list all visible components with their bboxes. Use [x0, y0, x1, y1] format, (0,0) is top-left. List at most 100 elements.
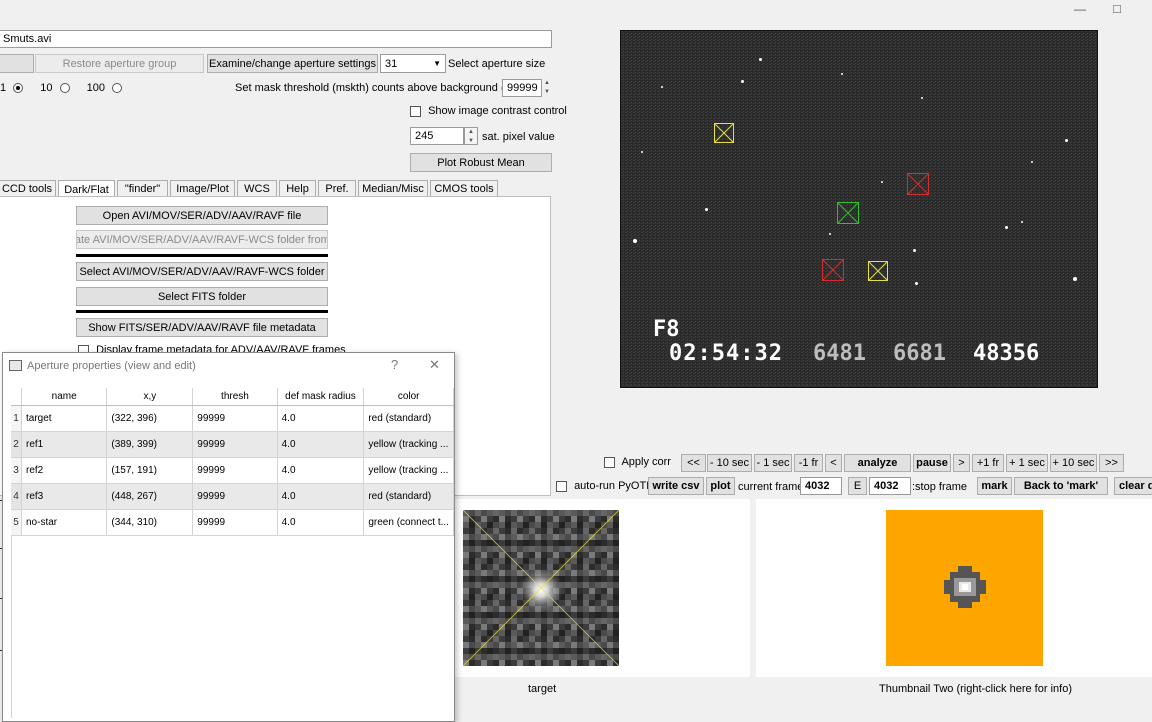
- open-video-file-button[interactable]: Open AVI/MOV/SER/ADV/AAV/RAVF file: [76, 206, 328, 225]
- examine-aperture-settings-button[interactable]: Examine/change aperture settings: [207, 54, 378, 73]
- clear-button[interactable]: clear d: [1114, 477, 1152, 495]
- select-fits-folder-button[interactable]: Select FITS folder: [76, 287, 328, 306]
- cell-xy[interactable]: (157, 191): [106, 457, 194, 484]
- contrast-control-toggle[interactable]: Show image contrast control: [410, 105, 567, 117]
- create-wcs-folder-button[interactable]: Create AVI/MOV/SER/ADV/AAV/RAVF-WCS fold…: [76, 230, 328, 249]
- apply-corr-toggle[interactable]: Apply corr: [604, 456, 671, 468]
- select-video-folder-button[interactable]: Select AVI/MOV/SER/ADV/AAV/RAVF-WCS fold…: [76, 262, 328, 281]
- analyze-button[interactable]: analyze: [844, 454, 911, 472]
- aperture-marker-ref3[interactable]: [907, 173, 929, 195]
- unlabeled-button[interactable]: [0, 54, 34, 73]
- plot-robust-mean-button[interactable]: Plot Robust Mean: [410, 153, 552, 172]
- back-1-sec-button[interactable]: - 1 sec: [754, 454, 792, 472]
- mask-threshold-spinner[interactable]: ▲ ▼: [542, 79, 552, 97]
- table-row[interactable]: 5 no-star (344, 310) 99999 4.0 green (co…: [11, 509, 454, 536]
- aperture-size-select[interactable]: 31 ▼: [380, 54, 446, 73]
- apply-corr-checkbox[interactable]: [604, 456, 615, 468]
- forward-10-sec-button[interactable]: + 10 sec: [1050, 454, 1097, 472]
- apply-corr-label: Apply corr: [621, 456, 671, 468]
- cell-color[interactable]: yellow (tracking ...: [363, 431, 454, 458]
- e-button[interactable]: E: [848, 477, 867, 495]
- cell-name[interactable]: ref3: [21, 483, 108, 510]
- cell-thresh[interactable]: 99999: [192, 457, 278, 484]
- first-frame-button[interactable]: <<: [681, 454, 706, 472]
- cell-radius[interactable]: 4.0: [277, 457, 365, 484]
- cell-thresh[interactable]: 99999: [192, 431, 278, 458]
- show-file-metadata-button[interactable]: Show FITS/SER/ADV/AAV/RAVF file metadata: [76, 318, 328, 337]
- forward-1-frame-button[interactable]: +1 fr: [972, 454, 1004, 472]
- column-header-color[interactable]: color: [363, 388, 454, 406]
- tab-cmos-tools[interactable]: CMOS tools: [430, 180, 498, 197]
- thumbnail-two-image[interactable]: [886, 510, 1043, 666]
- cell-xy[interactable]: (448, 267): [106, 483, 194, 510]
- back-1-frame-button[interactable]: -1 fr: [794, 454, 823, 472]
- cell-name[interactable]: target: [21, 405, 108, 432]
- contrast-control-checkbox[interactable]: [410, 105, 421, 117]
- tab-image-plot[interactable]: Image/Plot: [170, 180, 235, 197]
- cell-name[interactable]: ref1: [21, 431, 108, 458]
- aperture-marker-target[interactable]: [822, 259, 844, 281]
- cell-color[interactable]: yellow (tracking ...: [363, 457, 454, 484]
- back-button[interactable]: <: [825, 454, 842, 472]
- aperture-marker-ref2[interactable]: [714, 123, 734, 143]
- last-frame-button[interactable]: >>: [1099, 454, 1124, 472]
- stop-frame-input[interactable]: 4032: [869, 477, 911, 495]
- file-path-field[interactable]: Smuts.avi: [0, 30, 552, 48]
- restore-aperture-group-button[interactable]: Restore aperture group: [35, 54, 204, 73]
- cell-name[interactable]: ref2: [21, 457, 108, 484]
- forward-1-sec-button[interactable]: + 1 sec: [1006, 454, 1048, 472]
- cell-radius[interactable]: 4.0: [277, 431, 365, 458]
- table-row[interactable]: 2 ref1 (389, 399) 99999 4.0 yellow (trac…: [11, 431, 454, 458]
- current-frame-input[interactable]: 4032: [800, 477, 842, 495]
- aperture-marker-ref1[interactable]: [868, 261, 888, 281]
- scale-option-10-radio[interactable]: [59, 83, 70, 94]
- minimize-icon[interactable]: —: [1074, 2, 1088, 16]
- table-row[interactable]: 3 ref2 (157, 191) 99999 4.0 yellow (trac…: [11, 457, 454, 484]
- cell-xy[interactable]: (389, 399): [106, 431, 194, 458]
- thumbnail-one-image[interactable]: [463, 510, 619, 666]
- tab-help[interactable]: Help: [279, 180, 316, 197]
- autorun-pyote-toggle[interactable]: auto-run PyOTE: [556, 480, 654, 492]
- aperture-marker-no-star[interactable]: [837, 202, 859, 224]
- tab-finder[interactable]: "finder": [117, 180, 168, 197]
- mask-threshold-input[interactable]: 99999: [502, 79, 542, 97]
- saturation-input[interactable]: 245: [410, 127, 464, 145]
- close-icon[interactable]: ✕: [429, 357, 440, 373]
- cell-color[interactable]: red (standard): [363, 405, 454, 432]
- cell-radius[interactable]: 4.0: [277, 509, 365, 536]
- table-row[interactable]: 4 ref3 (448, 267) 99999 4.0 red (standar…: [11, 483, 454, 510]
- column-header-radius[interactable]: def mask radius: [277, 388, 365, 406]
- cell-thresh[interactable]: 99999: [192, 509, 278, 536]
- column-header-xy[interactable]: x,y: [106, 388, 194, 406]
- tab-median-misc[interactable]: Median/Misc: [358, 180, 428, 197]
- table-row[interactable]: 1 target (322, 396) 99999 4.0 red (stand…: [11, 405, 454, 432]
- back-10-sec-button[interactable]: - 10 sec: [707, 454, 752, 472]
- cell-radius[interactable]: 4.0: [277, 483, 365, 510]
- video-frame-image[interactable]: F8 02:54:32 6481 6681 48356: [620, 30, 1098, 388]
- tab-ccd-tools[interactable]: CCD tools: [0, 180, 56, 197]
- pause-button[interactable]: pause: [913, 454, 951, 472]
- mark-button[interactable]: mark: [977, 477, 1012, 495]
- tab-pref[interactable]: Pref.: [318, 180, 356, 197]
- cell-xy[interactable]: (344, 310): [106, 509, 194, 536]
- scale-option-1-radio[interactable]: [13, 83, 24, 94]
- autorun-pyote-checkbox[interactable]: [556, 480, 567, 492]
- column-header-thresh[interactable]: thresh: [192, 388, 278, 406]
- cell-thresh[interactable]: 99999: [192, 405, 278, 432]
- tab-wcs[interactable]: WCS: [237, 180, 277, 197]
- write-csv-button[interactable]: write csv: [648, 477, 704, 495]
- scale-option-100-radio[interactable]: [112, 83, 123, 94]
- saturation-spinner[interactable]: ▲ ▼: [464, 127, 478, 145]
- cell-name[interactable]: no-star: [21, 509, 108, 536]
- plot-button[interactable]: plot: [706, 477, 735, 495]
- back-to-mark-button[interactable]: Back to 'mark': [1014, 477, 1108, 495]
- cell-thresh[interactable]: 99999: [192, 483, 278, 510]
- forward-button[interactable]: >: [953, 454, 970, 472]
- cell-color[interactable]: green (connect t...: [363, 509, 454, 536]
- cell-radius[interactable]: 4.0: [277, 405, 365, 432]
- cell-xy[interactable]: (322, 396): [106, 405, 194, 432]
- help-icon[interactable]: ?: [391, 357, 398, 372]
- maximize-icon[interactable]: □: [1113, 1, 1127, 16]
- cell-color[interactable]: red (standard): [363, 483, 454, 510]
- column-header-name[interactable]: name: [21, 388, 108, 406]
